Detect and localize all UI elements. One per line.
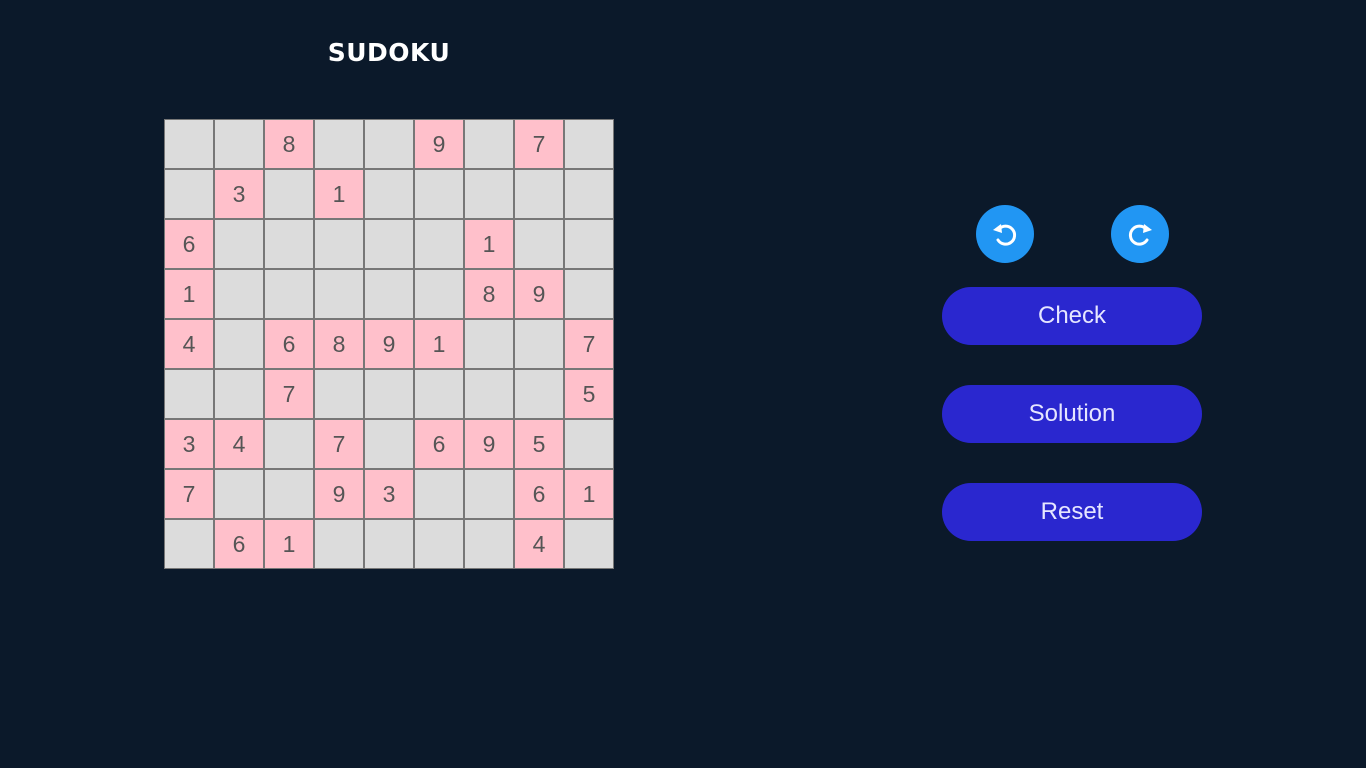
sudoku-cell[interactable]: 3 bbox=[364, 469, 414, 519]
sudoku-cell[interactable] bbox=[264, 269, 314, 319]
sudoku-cell[interactable] bbox=[564, 119, 614, 169]
sudoku-board: 89731611894689177534769579361614 bbox=[164, 119, 614, 569]
sudoku-cell[interactable] bbox=[214, 119, 264, 169]
sudoku-cell[interactable] bbox=[364, 269, 414, 319]
sudoku-cell[interactable]: 7 bbox=[314, 419, 364, 469]
sudoku-cell[interactable]: 9 bbox=[464, 419, 514, 469]
sudoku-cell[interactable] bbox=[364, 219, 414, 269]
sudoku-cell[interactable]: 9 bbox=[314, 469, 364, 519]
sudoku-cell[interactable]: 1 bbox=[164, 269, 214, 319]
sudoku-cell[interactable]: 7 bbox=[264, 369, 314, 419]
sudoku-cell[interactable] bbox=[214, 319, 264, 369]
sudoku-cell[interactable] bbox=[514, 219, 564, 269]
sudoku-cell[interactable]: 8 bbox=[314, 319, 364, 369]
sudoku-cell[interactable]: 9 bbox=[514, 269, 564, 319]
sudoku-cell[interactable] bbox=[364, 169, 414, 219]
sudoku-cell[interactable]: 8 bbox=[264, 119, 314, 169]
sudoku-cell[interactable] bbox=[164, 519, 214, 569]
sudoku-cell[interactable]: 9 bbox=[364, 319, 414, 369]
sudoku-cell[interactable] bbox=[464, 519, 514, 569]
sudoku-cell[interactable] bbox=[314, 519, 364, 569]
undo-icon bbox=[993, 224, 1017, 246]
sudoku-cell[interactable]: 6 bbox=[414, 419, 464, 469]
sudoku-cell[interactable]: 9 bbox=[414, 119, 464, 169]
redo-icon bbox=[1128, 224, 1152, 246]
sudoku-cell[interactable] bbox=[164, 369, 214, 419]
sudoku-cell[interactable] bbox=[264, 219, 314, 269]
sudoku-cell[interactable] bbox=[514, 369, 564, 419]
sudoku-cell[interactable] bbox=[564, 419, 614, 469]
sudoku-cell[interactable] bbox=[564, 169, 614, 219]
sudoku-cell[interactable] bbox=[164, 119, 214, 169]
sudoku-cell[interactable] bbox=[364, 119, 414, 169]
sudoku-cell[interactable] bbox=[564, 519, 614, 569]
sudoku-cell[interactable] bbox=[214, 469, 264, 519]
solution-button[interactable]: Solution bbox=[942, 385, 1202, 443]
sudoku-cell[interactable] bbox=[464, 469, 514, 519]
sudoku-cell[interactable]: 1 bbox=[564, 469, 614, 519]
sudoku-cell[interactable]: 7 bbox=[514, 119, 564, 169]
sudoku-cell[interactable] bbox=[514, 169, 564, 219]
sudoku-cell[interactable]: 1 bbox=[264, 519, 314, 569]
sudoku-cell[interactable]: 6 bbox=[514, 469, 564, 519]
sudoku-cell[interactable] bbox=[264, 419, 314, 469]
sudoku-cell[interactable] bbox=[414, 519, 464, 569]
sudoku-cell[interactable] bbox=[314, 219, 364, 269]
sudoku-cell[interactable] bbox=[414, 369, 464, 419]
sudoku-cell[interactable] bbox=[314, 119, 364, 169]
sudoku-cell[interactable] bbox=[414, 269, 464, 319]
sudoku-cell[interactable] bbox=[264, 169, 314, 219]
sudoku-cell[interactable] bbox=[314, 269, 364, 319]
redo-button[interactable] bbox=[1111, 205, 1169, 263]
sudoku-cell[interactable]: 3 bbox=[214, 169, 264, 219]
sudoku-cell[interactable] bbox=[464, 119, 514, 169]
check-button[interactable]: Check bbox=[942, 287, 1202, 345]
sudoku-cell[interactable]: 5 bbox=[564, 369, 614, 419]
sudoku-cell[interactable]: 6 bbox=[264, 319, 314, 369]
sudoku-cell[interactable] bbox=[214, 269, 264, 319]
sudoku-cell[interactable]: 7 bbox=[564, 319, 614, 369]
sudoku-cell[interactable] bbox=[164, 169, 214, 219]
sudoku-cell[interactable] bbox=[464, 369, 514, 419]
sudoku-cell[interactable] bbox=[414, 169, 464, 219]
sudoku-cell[interactable]: 4 bbox=[214, 419, 264, 469]
sudoku-cell[interactable] bbox=[414, 469, 464, 519]
sudoku-cell[interactable]: 1 bbox=[414, 319, 464, 369]
sudoku-cell[interactable] bbox=[214, 219, 264, 269]
sudoku-cell[interactable]: 5 bbox=[514, 419, 564, 469]
sudoku-cell[interactable]: 8 bbox=[464, 269, 514, 319]
sudoku-cell[interactable]: 6 bbox=[214, 519, 264, 569]
sudoku-cell[interactable] bbox=[564, 219, 614, 269]
sudoku-cell[interactable] bbox=[514, 319, 564, 369]
sudoku-cell[interactable] bbox=[564, 269, 614, 319]
sudoku-cell[interactable] bbox=[464, 169, 514, 219]
sudoku-cell[interactable] bbox=[364, 419, 414, 469]
sudoku-cell[interactable]: 7 bbox=[164, 469, 214, 519]
undo-button[interactable] bbox=[976, 205, 1034, 263]
sudoku-cell[interactable]: 3 bbox=[164, 419, 214, 469]
sudoku-cell[interactable] bbox=[214, 369, 264, 419]
sudoku-cell[interactable]: 4 bbox=[164, 319, 214, 369]
sudoku-cell[interactable]: 1 bbox=[464, 219, 514, 269]
page-title: SUDOKU bbox=[327, 38, 451, 67]
sudoku-cell[interactable] bbox=[264, 469, 314, 519]
sudoku-cell[interactable] bbox=[464, 319, 514, 369]
reset-button[interactable]: Reset bbox=[942, 483, 1202, 541]
sudoku-cell[interactable] bbox=[414, 219, 464, 269]
sudoku-cell[interactable] bbox=[364, 519, 414, 569]
sudoku-cell[interactable]: 6 bbox=[164, 219, 214, 269]
sudoku-cell[interactable]: 4 bbox=[514, 519, 564, 569]
sudoku-cell[interactable] bbox=[314, 369, 364, 419]
sudoku-cell[interactable] bbox=[364, 369, 414, 419]
sudoku-cell[interactable]: 1 bbox=[314, 169, 364, 219]
